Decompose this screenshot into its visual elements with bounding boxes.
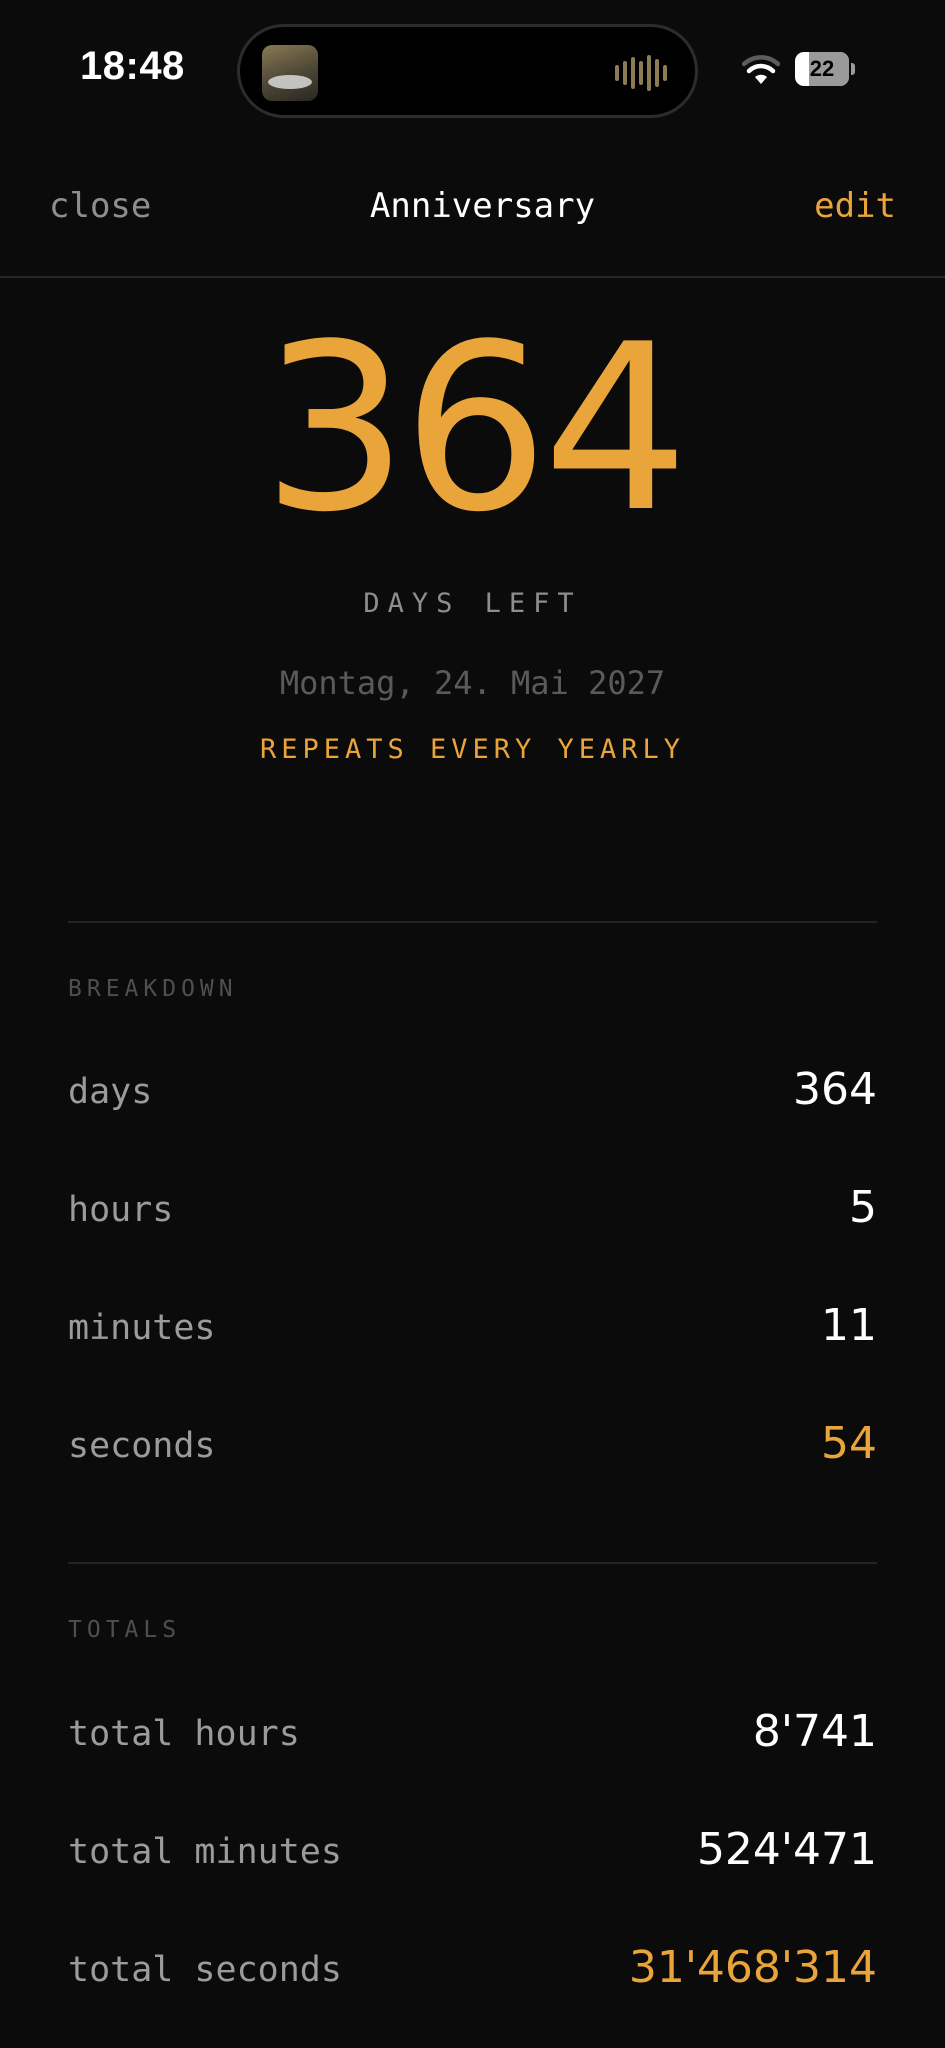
- row-value: 54: [821, 1418, 877, 1469]
- row-value: 31'468'314: [628, 1942, 877, 1993]
- battery-icon: 22: [795, 52, 855, 86]
- row-label: total minutes: [68, 1832, 342, 1872]
- breakdown-row-seconds: seconds 54: [68, 1418, 877, 1478]
- breakdown-section-label: BREAKDOWN: [68, 976, 238, 1002]
- status-time: 18:48: [80, 44, 185, 88]
- row-value: 364: [793, 1064, 877, 1115]
- row-value: 524'471: [696, 1824, 877, 1875]
- totals-row-minutes: total minutes 524'471: [68, 1824, 877, 1884]
- totals-section-label: TOTALS: [68, 1617, 182, 1643]
- divider: [68, 921, 877, 923]
- row-label: total hours: [68, 1714, 300, 1754]
- row-label: minutes: [68, 1308, 216, 1348]
- row-value: 11: [821, 1300, 877, 1351]
- row-label: total seconds: [68, 1950, 342, 1990]
- row-value: 8'741: [752, 1706, 877, 1757]
- battery-level: 22: [809, 56, 835, 81]
- row-value: 5: [849, 1182, 877, 1233]
- breakdown-row-minutes: minutes 11: [68, 1300, 877, 1360]
- page-title: Anniversary: [369, 186, 596, 226]
- target-date: Montag, 24. Mai 2027: [279, 664, 666, 702]
- breakdown-row-hours: hours 5: [68, 1182, 877, 1242]
- totals-row-seconds: total seconds 31'468'314: [68, 1942, 877, 2002]
- dynamic-island[interactable]: [237, 24, 698, 118]
- days-left-label: DAYS LEFT: [363, 588, 582, 619]
- days-left-number: 364: [262, 296, 689, 563]
- row-label: hours: [68, 1190, 174, 1230]
- row-label: days: [68, 1072, 153, 1112]
- album-art-icon: [262, 45, 318, 101]
- totals-row-hours: total hours 8'741: [68, 1706, 877, 1766]
- wifi-icon: [742, 55, 780, 84]
- repeat-text: REPEATS EVERY YEARLY: [259, 734, 686, 765]
- status-bar: 18:48 22: [0, 0, 945, 140]
- divider: [68, 1562, 877, 1564]
- edit-button[interactable]: edit: [814, 186, 896, 226]
- row-label: seconds: [68, 1426, 216, 1466]
- waveform-icon: [615, 55, 667, 91]
- breakdown-row-days: days 364: [68, 1064, 877, 1124]
- nav-bar: close Anniversary edit: [0, 140, 945, 278]
